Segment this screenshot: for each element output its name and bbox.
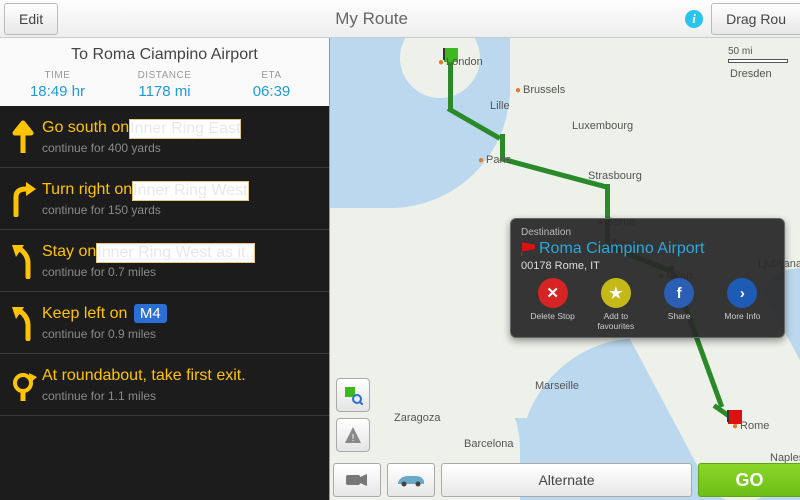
step-continue: continue for 0.7 miles bbox=[42, 265, 323, 279]
map-canvas[interactable]: London Brussels Lille Dresden Luxembourg Pari… bbox=[330, 38, 800, 500]
step-continue: continue for 150 yards bbox=[42, 203, 323, 217]
dashcam-button[interactable] bbox=[333, 463, 381, 497]
map-bottom-bar: Alternate GO bbox=[330, 460, 800, 500]
directions-list[interactable]: Go south on Inner Ring East continue for… bbox=[0, 106, 329, 500]
popup-title: Roma Ciampino Airport bbox=[539, 240, 704, 258]
stat-distance-value: 1178 mi bbox=[111, 83, 218, 100]
stat-time-value: 18:49 hr bbox=[4, 83, 111, 100]
city-label: Lille bbox=[490, 100, 510, 112]
stat-time: TIME 18:49 hr bbox=[4, 70, 111, 100]
popup-subtitle: Destination bbox=[521, 227, 774, 238]
city-label: Luxembourg bbox=[572, 120, 633, 132]
direction-step[interactable]: Stay on Inner Ring West as it.. continue… bbox=[0, 230, 329, 292]
city-label: Zaragoza bbox=[394, 412, 440, 424]
city-label: Marseille bbox=[535, 380, 579, 392]
top-bar: Edit My Route i Drag Rou bbox=[0, 0, 800, 38]
traffic-alert-button[interactable]: ! bbox=[336, 418, 370, 452]
turn-arrow-icon bbox=[4, 181, 42, 217]
step-instruction: At roundabout, take first exit. bbox=[42, 367, 323, 385]
main-area: To Roma Ciampino Airport TIME 18:49 hr D… bbox=[0, 38, 800, 500]
city-label: Strasbourg bbox=[588, 170, 642, 182]
flag-icon bbox=[521, 242, 535, 256]
city-label: Brussels bbox=[515, 84, 565, 96]
direction-step[interactable]: Keep left on M4 continue for 0.9 miles bbox=[0, 292, 329, 354]
turn-arrow-icon bbox=[4, 243, 42, 279]
city-label: Barcelona bbox=[464, 438, 514, 450]
go-button[interactable]: GO bbox=[698, 463, 800, 497]
step-continue: continue for 0.9 miles bbox=[42, 327, 323, 341]
delete-stop-button[interactable]: ✕Delete Stop bbox=[523, 278, 583, 331]
turn-arrow-icon bbox=[4, 367, 42, 403]
share-button[interactable]: fShare bbox=[649, 278, 709, 331]
drag-route-button[interactable]: Drag Rou bbox=[711, 3, 800, 35]
vehicle-button[interactable] bbox=[387, 463, 435, 497]
direction-step[interactable]: Go south on Inner Ring East continue for… bbox=[0, 106, 329, 168]
city-label: Paris bbox=[478, 154, 511, 166]
svg-text:!: ! bbox=[352, 433, 355, 444]
city-label: London bbox=[438, 56, 483, 68]
map-scale-label: 50 mi bbox=[728, 46, 752, 57]
city-label: Rome bbox=[732, 420, 769, 432]
direction-step[interactable]: Turn right on Inner Ring West continue f… bbox=[0, 168, 329, 230]
step-instruction: Turn right on Inner Ring West bbox=[42, 181, 323, 199]
info-icon[interactable]: i bbox=[685, 10, 703, 28]
stat-time-label: TIME bbox=[4, 70, 111, 81]
direction-step[interactable]: At roundabout, take first exit. continue… bbox=[0, 354, 329, 416]
page-title: My Route bbox=[58, 9, 685, 29]
stat-distance: DISTANCE 1178 mi bbox=[111, 70, 218, 100]
step-instruction: Go south on Inner Ring East bbox=[42, 119, 323, 137]
step-instruction: Keep left on M4 bbox=[42, 304, 323, 323]
destination-label: To Roma Ciampino Airport bbox=[4, 46, 325, 64]
step-continue: continue for 400 yards bbox=[42, 141, 323, 155]
city-label: Dresden bbox=[730, 68, 772, 80]
step-instruction: Stay on Inner Ring West as it.. bbox=[42, 243, 323, 261]
turn-arrow-icon bbox=[4, 305, 42, 341]
add-fav-button[interactable]: ★Add to favourites bbox=[586, 278, 646, 331]
destination-popup: Destination Roma Ciampino Airport 00178 … bbox=[510, 218, 785, 338]
stat-eta-label: ETA bbox=[218, 70, 325, 81]
side-panel: To Roma Ciampino Airport TIME 18:49 hr D… bbox=[0, 38, 330, 500]
map-scale: 50 mi bbox=[728, 46, 788, 63]
more-info-button[interactable]: ›More Info bbox=[712, 278, 772, 331]
turn-arrow-icon bbox=[4, 119, 42, 155]
stat-distance-label: DISTANCE bbox=[111, 70, 218, 81]
edit-button[interactable]: Edit bbox=[4, 3, 58, 35]
search-map-button[interactable] bbox=[336, 378, 370, 412]
stat-eta: ETA 06:39 bbox=[218, 70, 325, 100]
map-tools: ! bbox=[336, 378, 370, 452]
route-summary: To Roma Ciampino Airport TIME 18:49 hr D… bbox=[0, 38, 329, 106]
stat-eta-value: 06:39 bbox=[218, 83, 325, 100]
alternate-button[interactable]: Alternate bbox=[441, 463, 692, 497]
popup-address: 00178 Rome, IT bbox=[521, 260, 774, 272]
step-continue: continue for 1.1 miles bbox=[42, 389, 323, 403]
